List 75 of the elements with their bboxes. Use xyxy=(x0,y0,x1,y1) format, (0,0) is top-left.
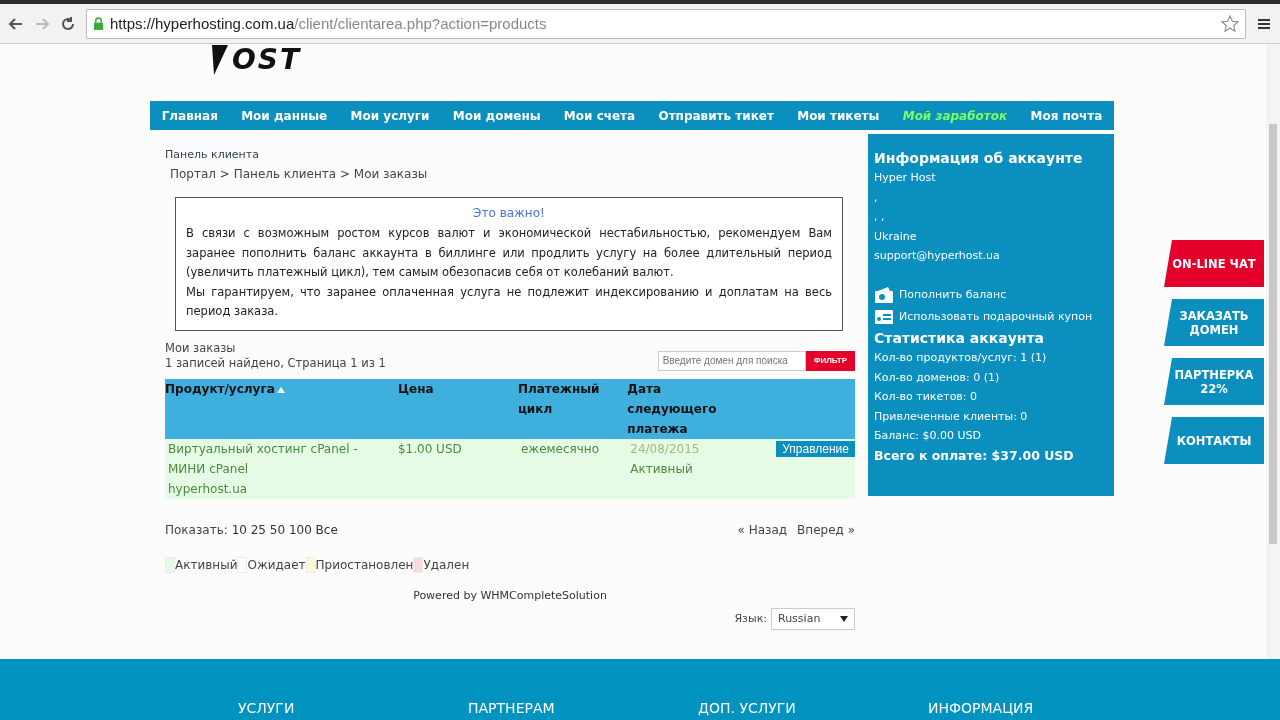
stat-line: Кол-во доменов: 0 (1) xyxy=(874,369,1001,386)
nav-item[interactable]: Мои услуги xyxy=(350,108,430,123)
account-detail: support@hyperhost.ua xyxy=(874,248,1001,265)
status-legend-label: Ожидает xyxy=(247,557,306,572)
next-link[interactable]: Вперед » xyxy=(797,522,855,537)
page-title: Панель клиента xyxy=(165,148,260,161)
status-legend-label: Приостановлен xyxy=(315,557,414,572)
nav-item[interactable]: Мои домены xyxy=(452,108,541,123)
dropdown-icon xyxy=(840,615,848,622)
language-label: Язык: xyxy=(734,612,767,626)
side-tab[interactable]: ЗАКАЗАТЬ ДОМЕН xyxy=(1164,299,1264,346)
footer-heading: ИНФОРМАЦИЯ xyxy=(927,700,1035,716)
star-icon[interactable] xyxy=(1221,14,1239,33)
side-tab[interactable]: КОНТАКТЫ xyxy=(1164,417,1264,464)
stat-line: Баланс: $0.00 USD xyxy=(874,428,982,445)
account-detail: , xyxy=(874,189,879,206)
column-header[interactable]: Продукт/услуга xyxy=(165,381,275,396)
total-due: Всего к оплате: $37.00 USD xyxy=(874,446,1075,465)
nav-item[interactable]: Отправить тикет xyxy=(658,108,774,123)
stat-line: Кол-во тикетов: 0 xyxy=(874,389,979,406)
language-select[interactable]: Russian xyxy=(771,607,855,630)
manage-button[interactable]: Управление xyxy=(776,440,855,457)
notice-title: Это важно! xyxy=(472,206,546,220)
side-tab[interactable]: ON-LINE ЧАТ xyxy=(1164,240,1264,287)
address-bar[interactable]: https://hyperhosting.com.ua/client/clientarea.php?action=products xyxy=(86,8,1246,39)
breadcrumb: Портал > Панель клиента > Мои заказы xyxy=(170,167,429,181)
scrollbar[interactable] xyxy=(1266,44,1280,659)
footer-heading: ДОП. УСЛУГИ xyxy=(697,700,797,716)
table-row[interactable]: Виртуальный хостинг cPanel - МИНИ cPanel hyperhost.ua $1.00 USD ежемесячно 24/08/2015 Активный Управление xyxy=(165,438,855,499)
column-header[interactable]: Платежный цикл xyxy=(517,378,598,419)
stat-line: Кол-во продуктов/услуг: 1 (1) xyxy=(874,349,1048,366)
nav-item[interactable]: Мои данные xyxy=(241,108,328,123)
stat-line: Привлеченные клиенты: 0 xyxy=(874,408,1029,425)
side-tab[interactable]: ПАРТНЕРКА 22% xyxy=(1164,358,1264,405)
column-header[interactable]: Цена xyxy=(397,378,518,399)
panel-heading: Статистика аккаунта xyxy=(874,328,1046,348)
search-field[interactable]: Введите домен для поиска xyxy=(657,350,806,371)
coupon-icon xyxy=(874,307,894,326)
table-cell-text: 24/08/2015 xyxy=(630,440,701,458)
account-detail: , , xyxy=(874,209,886,226)
column-header[interactable]: Дата следующего платежа xyxy=(627,378,748,439)
wallet-icon xyxy=(874,285,894,304)
prev-link[interactable]: « Назад xyxy=(737,522,788,537)
sort-icon xyxy=(276,386,285,393)
back-icon[interactable] xyxy=(8,15,24,32)
nav-item[interactable]: Мои тикеты xyxy=(797,108,880,123)
table-cell: $1.00 USD xyxy=(397,441,462,456)
panel-link[interactable]: Использовать подарочный купон xyxy=(899,305,1093,328)
status-legend-label: Активный xyxy=(175,557,238,572)
reload-icon[interactable] xyxy=(60,15,76,32)
panel-link[interactable]: Пополнить баланс xyxy=(899,283,1007,306)
section-title: Мои заказы xyxy=(165,340,237,356)
nav-item[interactable]: Мой заработок xyxy=(902,108,1008,123)
filter-button[interactable]: ФИЛЬТР xyxy=(805,350,855,371)
nav-item[interactable]: Моя почта xyxy=(1030,108,1103,123)
account-detail: Hyper Host xyxy=(874,170,937,186)
footer-heading: УСЛУГИ xyxy=(237,700,296,716)
logo[interactable]: OST xyxy=(210,44,302,76)
notice-text: В связи с возможным ростом курсов валют и экономической нестабильностью, рекомендуем Вам заранее пополнить баланс аккаунта в биллинге или продлить услугу на более длительный период (увеличить платежный цикл), тем самым обезопасив себя от колебаний валют. xyxy=(186,225,832,282)
powered-by-text: Powered by WHMCompleteSolution xyxy=(412,588,608,602)
url-text: https://hyperhosting.com.ua/client/clientarea.php?action=products xyxy=(110,15,548,32)
results-summary: 1 записей найдено, Страница 1 из 1 xyxy=(165,355,386,371)
status-text: Активный xyxy=(630,460,694,478)
nav-item[interactable]: Главная xyxy=(161,108,218,123)
show-label: Показать: xyxy=(165,522,228,537)
account-detail: Ukraine xyxy=(874,228,918,245)
panel-heading: Информация об аккаунте xyxy=(874,149,1084,168)
table-cell-text: ежемесячно xyxy=(520,440,601,458)
status-legend-label: Удален xyxy=(423,557,470,572)
page-size-links[interactable]: 10 25 50 100 Все xyxy=(231,522,338,537)
lock-icon xyxy=(93,17,104,30)
domain-link[interactable]: hyperhost.ua xyxy=(168,478,398,499)
notice-text: Мы гарантируем, что заранее оплаченная услуга не подлежит индексированию и доплатам на весь период заказа. xyxy=(186,283,832,321)
footer-heading: ПАРТНЕРАМ xyxy=(467,700,556,716)
nav-item[interactable]: Мои счета xyxy=(563,108,636,123)
